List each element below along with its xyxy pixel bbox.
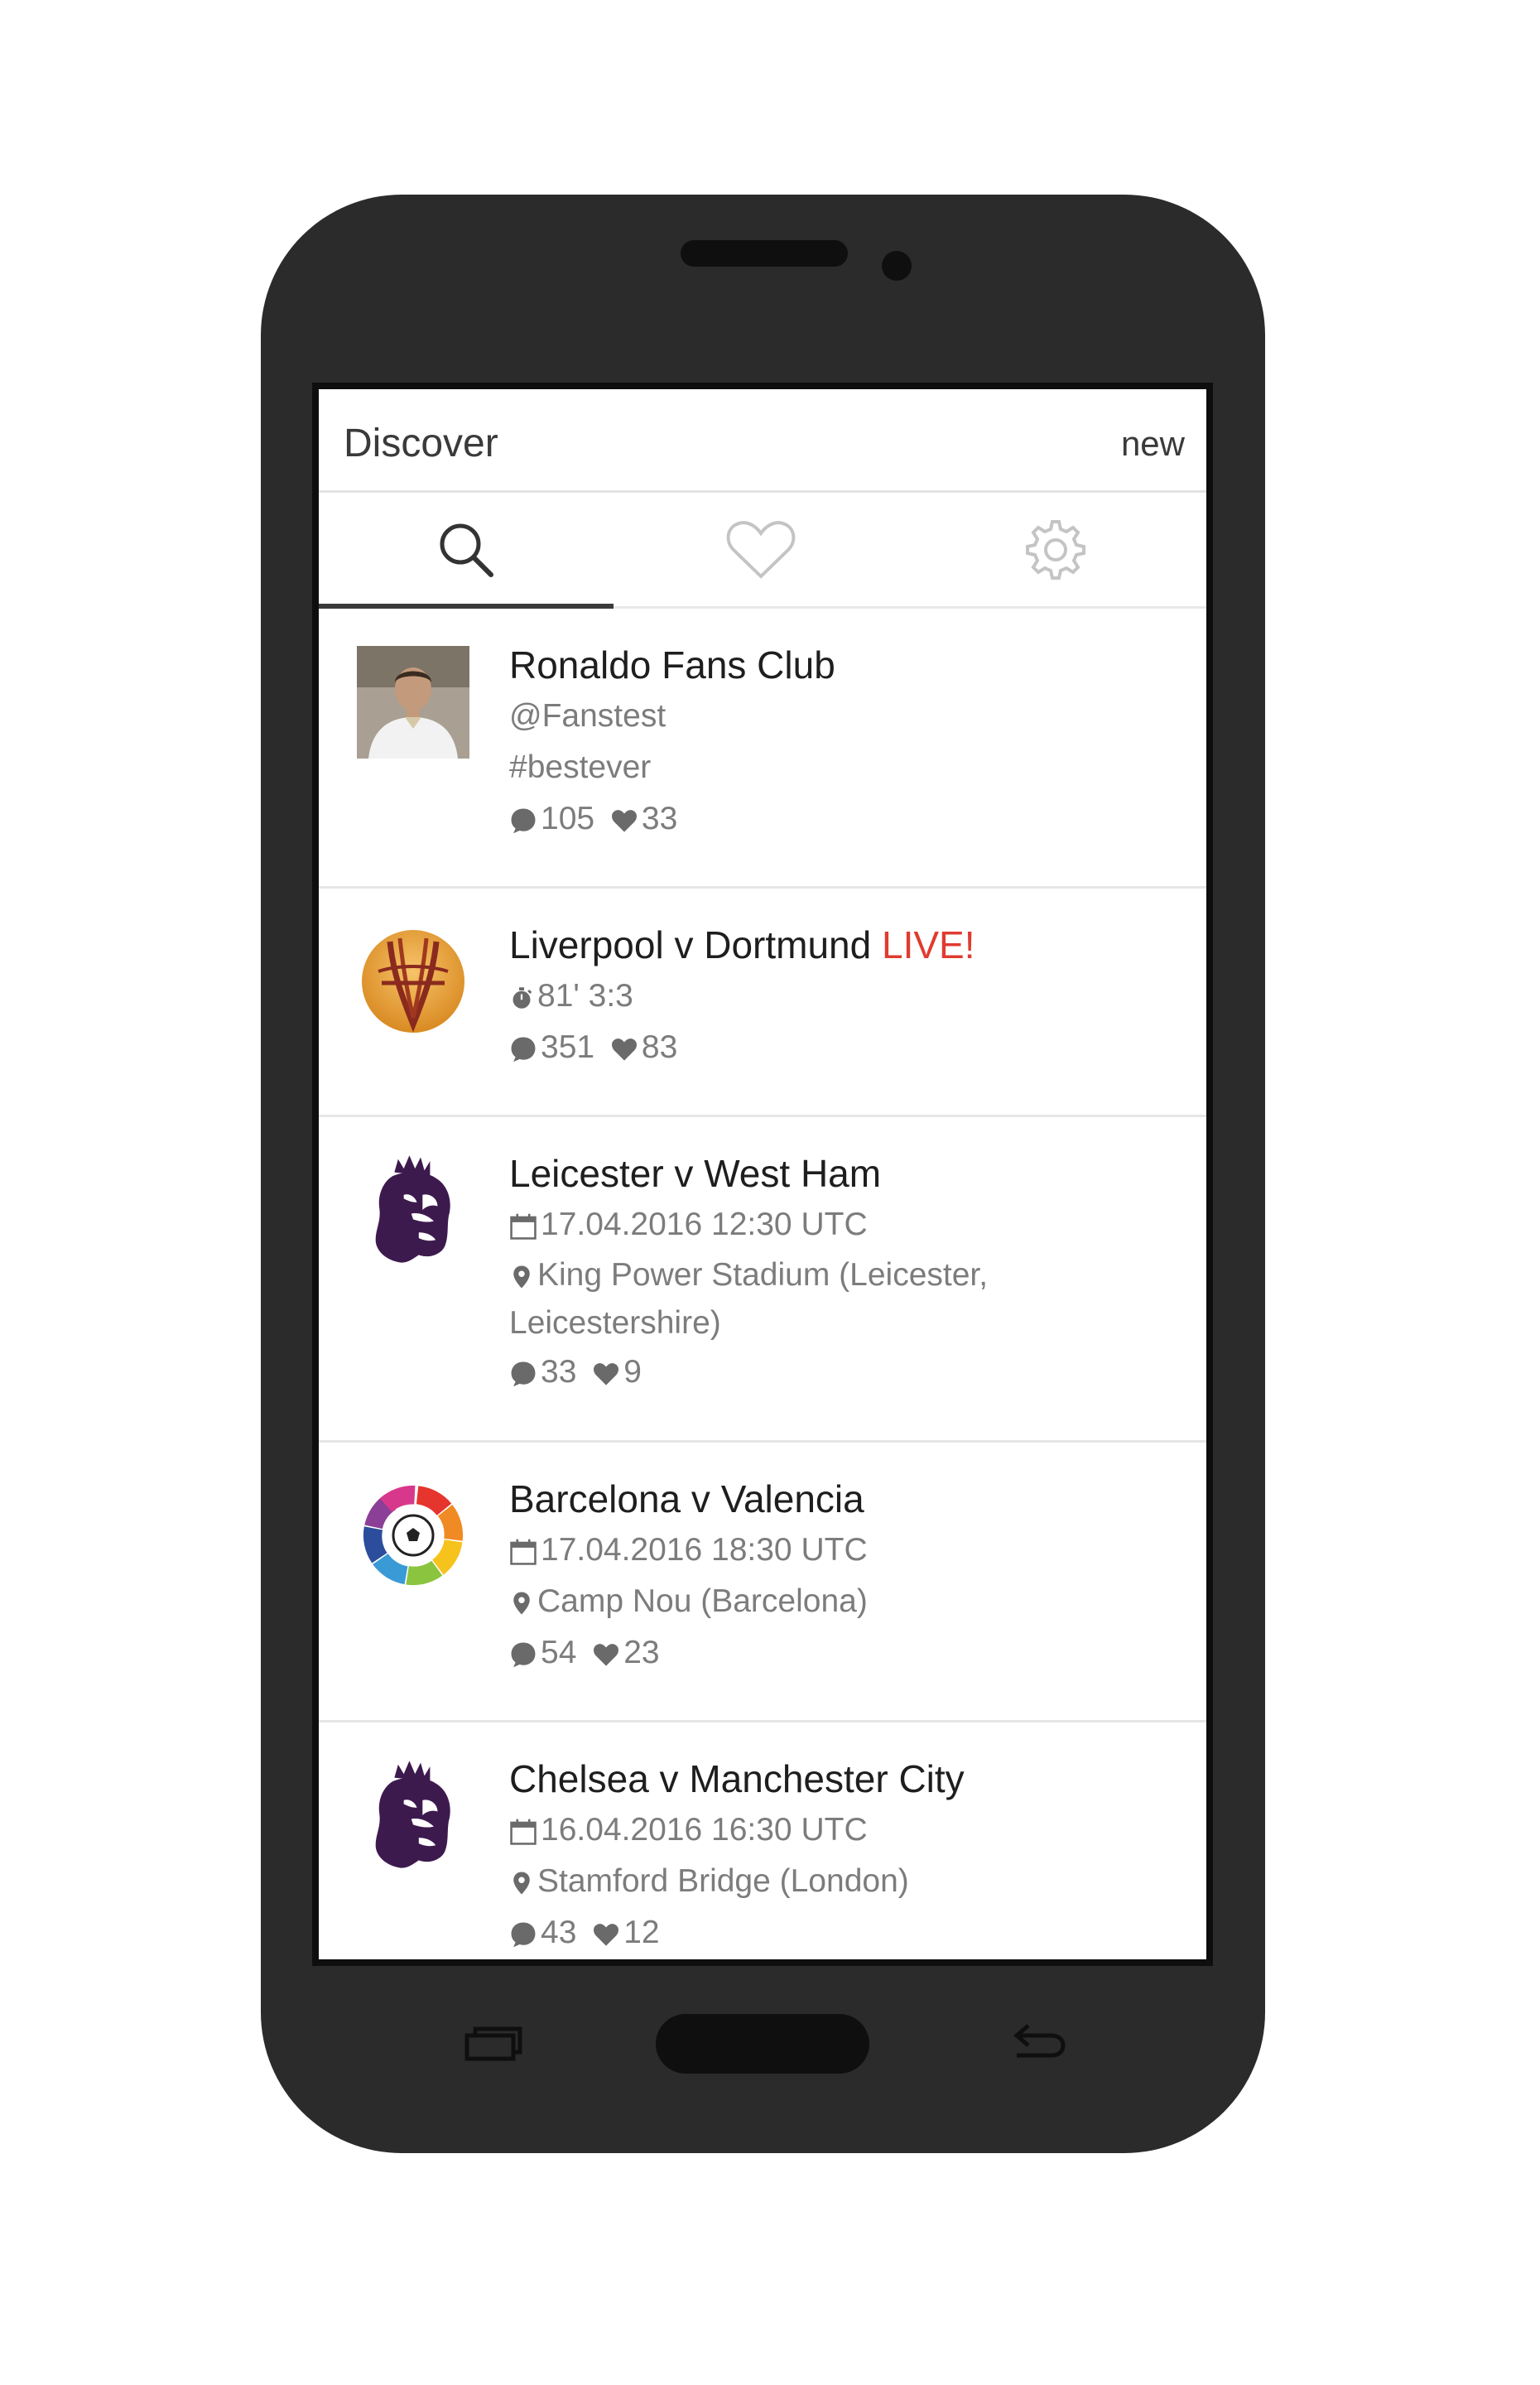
search-icon bbox=[440, 523, 493, 577]
phone-speaker bbox=[681, 240, 848, 267]
heart-icon bbox=[592, 1641, 620, 1669]
match-venue: Camp Nou (Barcelona) bbox=[509, 1577, 1190, 1628]
item-stats: 105 33 bbox=[509, 794, 1190, 846]
recent-apps-button[interactable] bbox=[464, 2026, 523, 2062]
item-hashtag: #bestever bbox=[509, 749, 652, 785]
tab-settings[interactable] bbox=[908, 493, 1203, 606]
la-liga-logo bbox=[363, 1485, 464, 1586]
new-button[interactable]: new bbox=[1121, 424, 1185, 464]
item-title: Leicester v West Ham bbox=[509, 1152, 882, 1195]
page-title: Discover bbox=[344, 422, 498, 465]
match-venue: Stamford Bridge (London) bbox=[509, 1857, 1190, 1908]
calendar-icon bbox=[509, 1212, 537, 1241]
feed-list: Ronaldo Fans Club @Fanstest #bestever 10… bbox=[319, 609, 1206, 1959]
list-item[interactable]: Liverpool v Dortmund LIVE! 81' 3:3 351 8… bbox=[319, 889, 1206, 1117]
clock-text: 81' 3:3 bbox=[537, 978, 633, 1014]
item-title: Chelsea v Manchester City bbox=[509, 1757, 965, 1800]
list-item[interactable]: Ronaldo Fans Club @Fanstest #bestever 10… bbox=[319, 609, 1206, 889]
like-count: 23 bbox=[623, 1635, 660, 1670]
venue-text: Stamford Bridge (London) bbox=[537, 1863, 909, 1899]
premier-league-logo bbox=[357, 1154, 469, 1266]
live-badge: LIVE! bbox=[881, 923, 975, 966]
comment-icon bbox=[509, 807, 537, 835]
comment-icon bbox=[509, 1920, 537, 1949]
premier-league-logo bbox=[357, 1759, 469, 1872]
location-pin-icon bbox=[509, 1591, 534, 1616]
date-text: 17.04.2016 12:30 UTC bbox=[541, 1207, 868, 1242]
venue-text: King Power Stadium (Leicester, Leicester… bbox=[509, 1257, 989, 1341]
match-date: 16.04.2016 16:30 UTC bbox=[509, 1805, 1190, 1857]
comment-icon bbox=[509, 1360, 537, 1388]
europa-league-logo bbox=[362, 930, 464, 1033]
comment-count: 33 bbox=[541, 1354, 577, 1390]
phone-camera bbox=[882, 251, 912, 281]
tab-discover[interactable] bbox=[319, 493, 614, 606]
comment-count: 105 bbox=[541, 801, 595, 836]
match-venue: King Power Stadium (Leicester, Leicester… bbox=[509, 1251, 1023, 1347]
like-count: 33 bbox=[641, 801, 678, 836]
back-button[interactable] bbox=[1010, 2021, 1068, 2064]
tab-favorites[interactable] bbox=[614, 493, 908, 606]
item-title: Barcelona v Valencia bbox=[509, 1477, 864, 1520]
item-stats: 33 9 bbox=[509, 1347, 1190, 1399]
match-clock: 81' 3:3 bbox=[509, 971, 1190, 1023]
calendar-icon bbox=[509, 1538, 537, 1566]
stopwatch-icon bbox=[509, 985, 534, 1010]
item-stats: 43 12 bbox=[509, 1908, 1190, 1959]
comment-count: 43 bbox=[541, 1915, 577, 1950]
heart-icon bbox=[610, 807, 638, 835]
phone-frame: Discover new Ronaldo Fans Club @Fanstest… bbox=[261, 195, 1265, 2153]
heart-icon bbox=[592, 1360, 620, 1388]
gear-icon bbox=[1026, 519, 1085, 580]
item-title: Liverpool v Dortmund LIVE! bbox=[509, 922, 1190, 971]
item-stats: 54 23 bbox=[509, 1628, 1190, 1679]
match-name: Liverpool v Dortmund bbox=[509, 923, 872, 966]
venue-text: Camp Nou (Barcelona) bbox=[537, 1583, 868, 1619]
comment-count: 351 bbox=[541, 1029, 595, 1065]
app-header: Discover new bbox=[319, 389, 1206, 493]
match-date: 17.04.2016 12:30 UTC bbox=[509, 1200, 1190, 1251]
location-pin-icon bbox=[509, 1871, 534, 1896]
calendar-icon bbox=[509, 1818, 537, 1846]
comment-icon bbox=[509, 1641, 537, 1669]
date-text: 16.04.2016 16:30 UTC bbox=[541, 1812, 868, 1848]
list-item[interactable]: Chelsea v Manchester City 16.04.2016 16:… bbox=[319, 1722, 1206, 1959]
like-count: 12 bbox=[623, 1915, 660, 1950]
like-count: 9 bbox=[623, 1354, 642, 1390]
like-count: 83 bbox=[641, 1029, 678, 1065]
heart-icon bbox=[610, 1035, 638, 1063]
location-pin-icon bbox=[509, 1265, 534, 1289]
item-title: Ronaldo Fans Club bbox=[509, 643, 835, 687]
tab-bar bbox=[319, 493, 1206, 609]
app-screen: Discover new Ronaldo Fans Club @Fanstest… bbox=[312, 383, 1213, 1966]
item-handle: @Fanstest bbox=[509, 698, 667, 734]
home-button[interactable] bbox=[656, 2014, 869, 2074]
date-text: 17.04.2016 18:30 UTC bbox=[541, 1532, 868, 1568]
list-item[interactable]: Leicester v West Ham 17.04.2016 12:30 UT… bbox=[319, 1117, 1206, 1443]
match-date: 17.04.2016 18:30 UTC bbox=[509, 1525, 1190, 1577]
heart-icon bbox=[592, 1920, 620, 1949]
comment-count: 54 bbox=[541, 1635, 577, 1670]
ronaldo-avatar bbox=[357, 646, 469, 759]
heart-outline-icon bbox=[726, 520, 796, 579]
list-item[interactable]: Barcelona v Valencia 17.04.2016 18:30 UT… bbox=[319, 1443, 1206, 1722]
comment-icon bbox=[509, 1035, 537, 1063]
item-stats: 351 83 bbox=[509, 1023, 1190, 1074]
